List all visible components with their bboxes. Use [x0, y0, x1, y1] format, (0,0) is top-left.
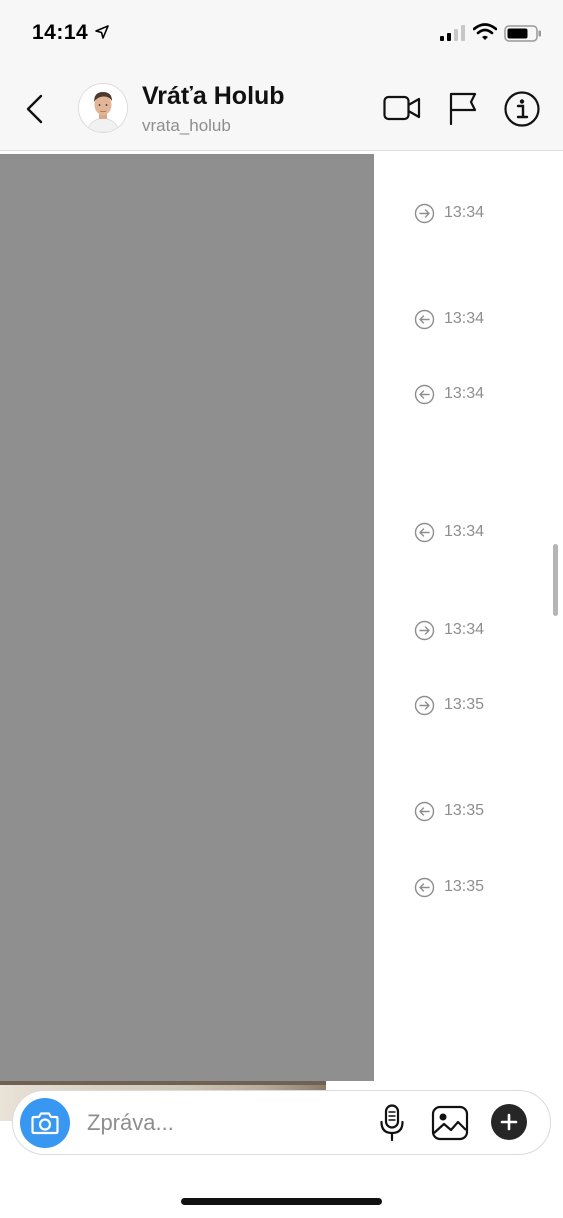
timestamp-text: 13:34: [444, 204, 485, 221]
message-timestamp: 13:34: [414, 619, 484, 641]
incoming-arrow-icon: [414, 877, 435, 897]
plus-button[interactable]: [491, 1104, 527, 1140]
incoming-arrow-icon: [414, 801, 435, 821]
scrollbar[interactable]: [553, 544, 558, 616]
timestamp-text: 13:35: [444, 802, 485, 819]
message-timestamp: 13:34: [414, 308, 484, 330]
message-timestamp: 13:34: [414, 202, 484, 224]
outgoing-arrow-icon: [414, 695, 435, 715]
message-timestamp: 13:35: [414, 800, 484, 822]
message-timestamp: 13:35: [414, 694, 484, 716]
contact-name[interactable]: Vráťa Holub: [142, 82, 285, 111]
timestamp-text: 13:35: [444, 878, 485, 895]
avatar-portrait-icon: [79, 84, 127, 132]
instagram-direct-chat: 14:14 Vráťa Holub vrata_holub 13:34 13:3…: [0, 0, 563, 1218]
message-timestamp: 13:34: [414, 521, 484, 543]
shared-photo-edge: [0, 1081, 326, 1085]
message-input[interactable]: [85, 1105, 369, 1141]
timestamp-text: 13:34: [444, 523, 485, 540]
message-timestamp: 13:35: [414, 876, 484, 898]
home-indicator[interactable]: [181, 1198, 382, 1205]
timestamp-text: 13:34: [444, 310, 485, 327]
location-arrow-icon: [95, 25, 109, 39]
status-time: 14:14: [32, 21, 89, 44]
plus-icon: [500, 1113, 518, 1131]
incoming-arrow-icon: [414, 309, 435, 329]
status-bar: 14:14: [0, 0, 563, 70]
camera-button[interactable]: [20, 1098, 70, 1148]
avatar[interactable]: [78, 83, 128, 133]
back-icon[interactable]: [20, 92, 50, 126]
incoming-arrow-icon: [414, 522, 435, 542]
microphone-icon[interactable]: [379, 1104, 405, 1142]
message-timestamp: 13:34: [414, 383, 484, 405]
contact-handle[interactable]: vrata_holub: [142, 116, 231, 136]
outgoing-arrow-icon: [414, 203, 435, 223]
gallery-icon[interactable]: [431, 1105, 469, 1141]
outgoing-arrow-icon: [414, 620, 435, 640]
incoming-arrow-icon: [414, 384, 435, 404]
message-composer: [12, 1090, 551, 1155]
timestamp-text: 13:34: [444, 385, 485, 402]
battery-icon: [504, 25, 541, 42]
timestamp-text: 13:34: [444, 621, 485, 638]
signal-icon: [440, 25, 465, 41]
info-icon[interactable]: [503, 90, 541, 128]
video-call-icon[interactable]: [383, 94, 421, 122]
chat-header: Vráťa Holub vrata_holub: [0, 70, 563, 151]
message-thread[interactable]: 13:34 13:34 13:34 13:34 13:34 13:35 13:3…: [0, 151, 563, 1121]
redacted-messages-block: [0, 154, 374, 1081]
timestamp-text: 13:35: [444, 696, 485, 713]
flag-icon[interactable]: [448, 91, 478, 125]
wifi-icon: [473, 23, 497, 40]
camera-icon: [31, 1112, 59, 1135]
